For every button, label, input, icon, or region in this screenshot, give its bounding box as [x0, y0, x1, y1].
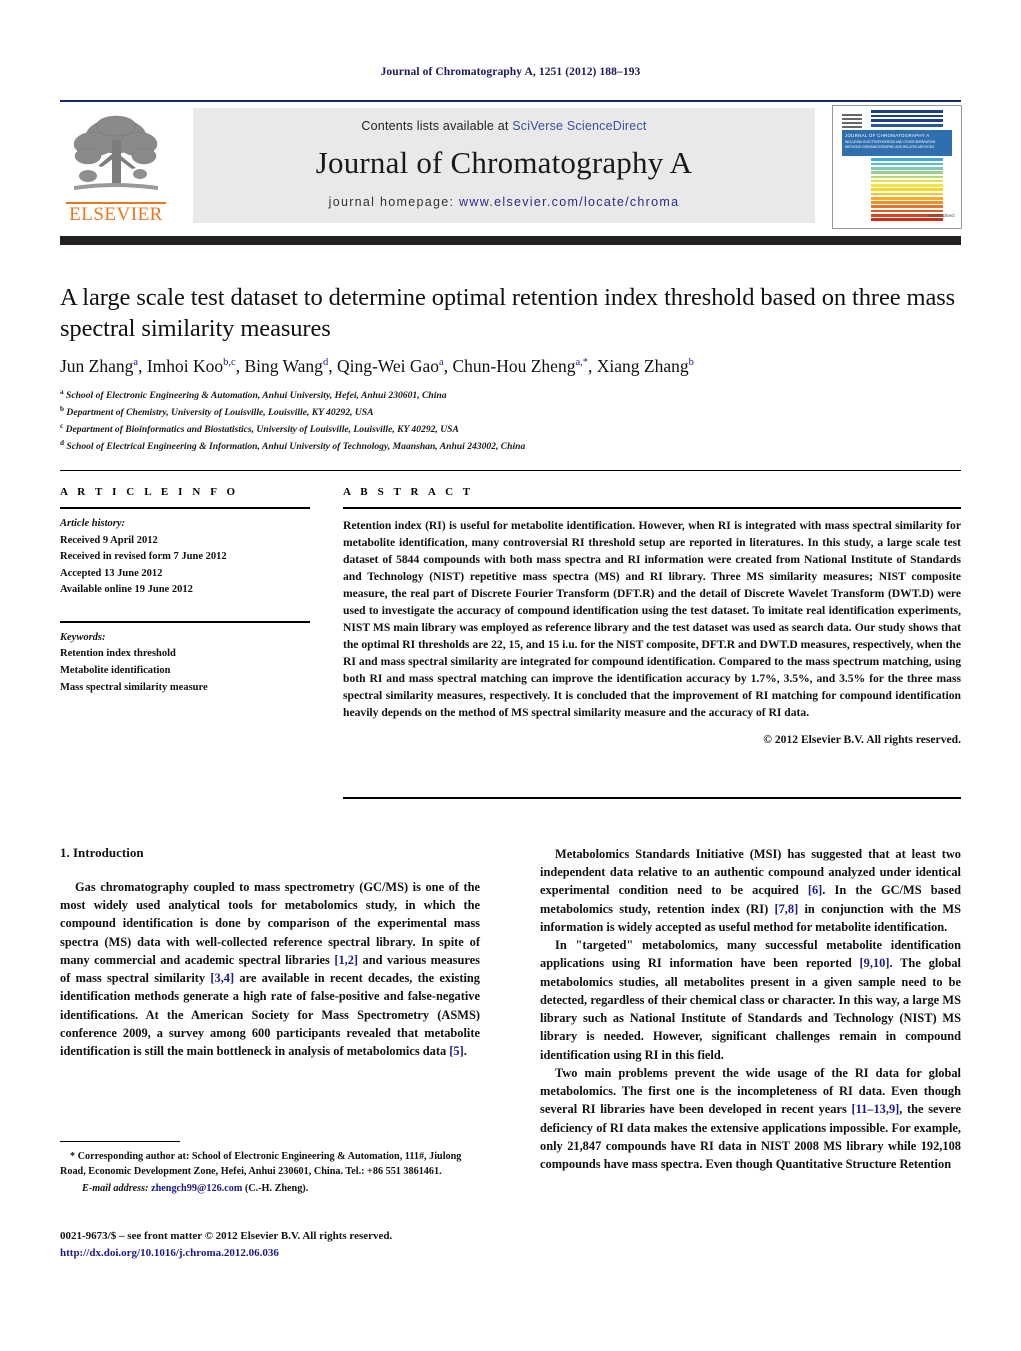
- article-history-label: Article history:: [60, 518, 126, 529]
- affiliation-text: School of Electronic Engineering & Autom…: [66, 390, 447, 402]
- abstract-rule: [343, 507, 961, 509]
- abstract-bottom-rule: [343, 797, 961, 799]
- affiliation-item: d School of Electrical Engineering & Inf…: [60, 438, 961, 455]
- email-note: E-mail address: zhengch99@126.com (C.-H.…: [60, 1182, 480, 1197]
- abstract-text: Retention index (RI) is useful for metab…: [343, 519, 961, 719]
- page-title: A large scale test dataset to determine …: [60, 284, 956, 343]
- sciencedirect-link[interactable]: SciVerse ScienceDirect: [512, 119, 646, 133]
- paper-page: Journal of Chromatography A, 1251 (2012)…: [0, 0, 1021, 1351]
- contents-lists-prefix: Contents lists available at: [361, 119, 513, 133]
- contents-lists-line: Contents lists available at SciVerse Sci…: [193, 119, 815, 133]
- paragraph: Metabolomics Standards Initiative (MSI) …: [540, 847, 961, 934]
- elsevier-wordmark: ELSEVIER: [69, 204, 163, 225]
- affiliation-list: a School of Electronic Engineering & Aut…: [60, 387, 961, 454]
- affiliation-text: School of Electrical Engineering & Infor…: [66, 440, 526, 452]
- masthead-center: Contents lists available at SciVerse Sci…: [193, 108, 815, 223]
- cover-title: JOURNAL OF CHROMATOGRAPHY A: [844, 133, 930, 139]
- affiliation-item: a School of Electronic Engineering & Aut…: [60, 387, 961, 404]
- masthead-top-rule: [60, 100, 961, 102]
- imprint-block: 0021-9673/$ – see front matter © 2012 El…: [60, 1228, 520, 1261]
- affiliation-marker: d: [60, 438, 64, 447]
- affiliation-marker: a: [60, 388, 64, 397]
- history-item: Accepted 13 June 2012: [60, 567, 163, 579]
- article-info-rule: [60, 507, 310, 509]
- info-top-rule: [60, 470, 961, 471]
- keywords-label: Keywords:: [60, 631, 106, 643]
- paragraph: Gas chromatography coupled to mass spect…: [60, 880, 481, 1059]
- keywords-rule: [60, 620, 310, 623]
- masthead-bottom-bar: [60, 236, 961, 245]
- cover-subtitle: INCLUDING ELECTROPHORESIS AND OTHER SEPA…: [844, 140, 936, 149]
- footnote-block: * Corresponding author at: School of Ele…: [60, 1141, 480, 1197]
- journal-title: Journal of Chromatography A: [315, 145, 693, 180]
- abstract-column: A B S T R A C T Retention index (RI) is …: [343, 486, 961, 746]
- affiliation-item: c Department of Bioinformatics and Biost…: [60, 421, 961, 438]
- keywords-group: Keywords: Retention index threshold Meta…: [60, 630, 310, 696]
- journal-homepage-link[interactable]: www.elsevier.com/locate/chroma: [459, 195, 679, 209]
- running-head: Journal of Chromatography A, 1251 (2012)…: [380, 66, 641, 78]
- history-item: Received in revised form 7 June 2012: [60, 551, 227, 563]
- affiliation-marker: b: [60, 404, 64, 413]
- email-suffix: (C.-H. Zheng).: [242, 1183, 309, 1195]
- affiliation-text: Department of Bioinformatics and Biostat…: [65, 423, 459, 435]
- title-block: A large scale test dataset to determine …: [60, 282, 961, 454]
- email-label: E-mail address:: [82, 1183, 149, 1195]
- paragraph: In "targeted" metabolomics, many success…: [540, 938, 961, 1062]
- paragraph: Two main problems prevent the wide usage…: [540, 1065, 961, 1171]
- affiliation-marker: c: [60, 421, 64, 430]
- journal-cover-thumbnail[interactable]: JOURNAL OF CHROMATOGRAPHY A INCLUDING EL…: [832, 105, 962, 229]
- history-item: Available online 19 June 2012: [60, 584, 193, 596]
- cover-brand: ScienceDirect: [926, 213, 955, 219]
- journal-homepage-line: journal homepage: www.elsevier.com/locat…: [193, 195, 815, 209]
- homepage-prefix: journal homepage:: [328, 195, 460, 209]
- keyword-item: Retention index threshold: [60, 648, 176, 660]
- journal-masthead: ELSEVIER Contents lists available at Sci…: [60, 100, 962, 229]
- elsevier-tree-icon: [73, 115, 158, 190]
- keyword-item: Metabolite identification: [60, 665, 171, 677]
- journal-cover-icon: JOURNAL OF CHROMATOGRAPHY A INCLUDING EL…: [833, 106, 961, 228]
- article-info-column: A R T I C L E I N F O Article history: R…: [60, 486, 310, 696]
- keyword-item: Mass spectral similarity measure: [60, 681, 208, 693]
- history-item: Received 9 April 2012: [60, 534, 158, 546]
- footnote-rule: [60, 1141, 180, 1142]
- abstract-heading: A B S T R A C T: [343, 486, 474, 498]
- article-info-heading: A R T I C L E I N F O: [60, 486, 239, 498]
- section-heading-introduction: 1. Introduction: [60, 845, 144, 860]
- body-column-right: Metabolomics Standards Initiative (MSI) …: [540, 845, 961, 1173]
- abstract-copyright: © 2012 Elsevier B.V. All rights reserved…: [763, 732, 961, 746]
- affiliation-text: Department of Chemistry, University of L…: [66, 407, 374, 419]
- author-list: Jun Zhanga, Imhoi Koob,c, Bing Wangd, Qi…: [60, 356, 694, 377]
- body-column-left: 1. Introduction Gas chromatography coupl…: [60, 845, 480, 1060]
- cover-qr-icon: [841, 112, 863, 132]
- issn-copyright-line: 0021-9673/$ – see front matter © 2012 El…: [60, 1230, 393, 1242]
- email-link[interactable]: zhengch99@126.com: [151, 1183, 242, 1194]
- elsevier-logo: ELSEVIER: [62, 106, 170, 228]
- corresponding-author-note: * Corresponding author at: School of Ele…: [60, 1151, 462, 1177]
- article-history-group: Article history: Received 9 April 2012 R…: [60, 516, 310, 599]
- affiliation-item: b Department of Chemistry, University of…: [60, 404, 961, 421]
- doi-link[interactable]: http://dx.doi.org/10.1016/j.chroma.2012.…: [60, 1245, 520, 1262]
